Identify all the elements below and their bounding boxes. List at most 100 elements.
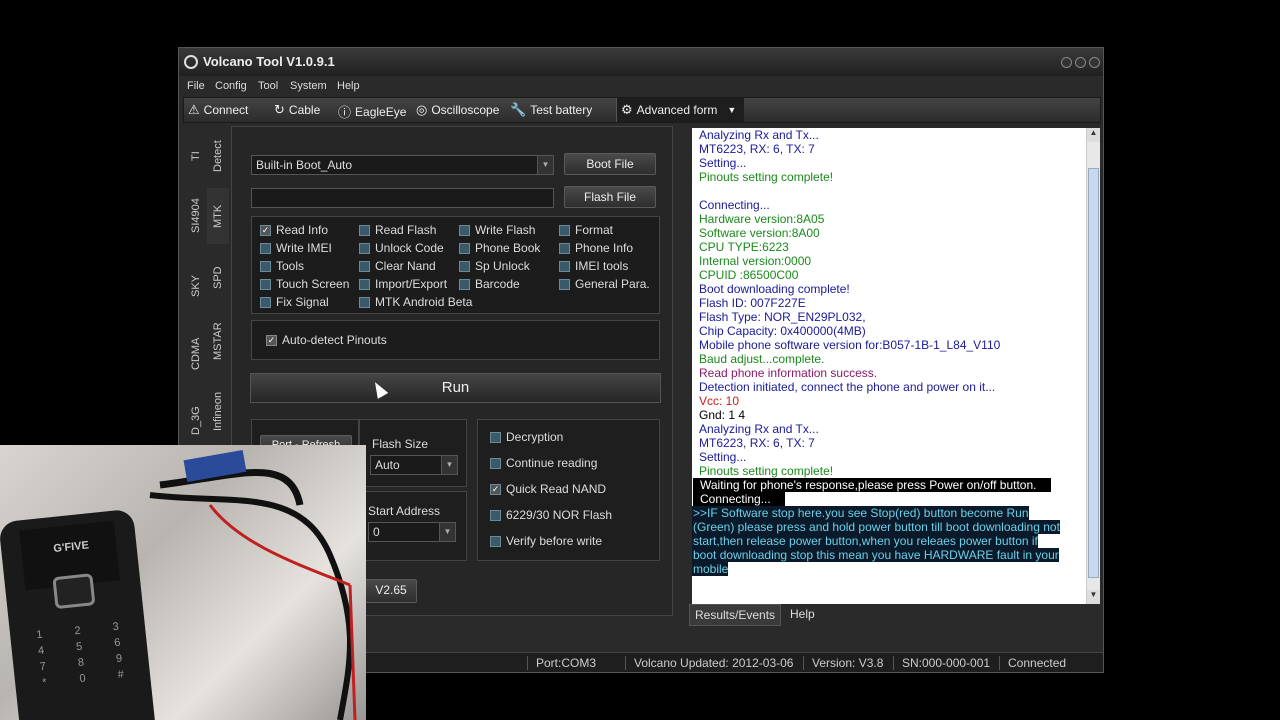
scroll-thumb[interactable] <box>1088 168 1099 578</box>
log-highlight-row: Waiting for phone's response,please pres… <box>692 478 1086 492</box>
tab-mtk[interactable]: MTK <box>207 188 229 244</box>
option-checkbox[interactable]: Import/Export <box>359 277 447 291</box>
option-checkbox[interactable]: Touch Screen <box>260 277 349 291</box>
read-option-label: Continue reading <box>506 456 598 470</box>
option-checkbox[interactable]: Unlock Code <box>359 241 444 255</box>
log-line: Read phone information success. <box>699 366 878 380</box>
option-checkbox[interactable]: ✓ Read Info <box>260 223 328 237</box>
checkbox-icon <box>459 224 470 236</box>
chevron-down-icon[interactable]: ▼ <box>441 456 457 474</box>
scroll-up-icon[interactable]: ▲ <box>1087 128 1100 142</box>
read-option-checkbox[interactable]: Continue reading <box>490 456 597 470</box>
log-line: Vcc: 10 <box>699 394 740 408</box>
tab-ti[interactable]: TI <box>185 136 207 176</box>
read-option-label: Verify before write <box>506 534 603 548</box>
checkbox-icon <box>359 242 370 254</box>
log-note-row: boot downloading stop this mean you have… <box>692 548 1086 562</box>
close-icon[interactable] <box>1089 57 1100 68</box>
option-checkbox[interactable]: Sp Unlock <box>459 259 530 273</box>
option-label: Write IMEI <box>276 241 332 255</box>
read-option-label: Quick Read NAND <box>506 482 607 496</box>
log-line: Analyzing Rx and Tx... <box>699 422 819 436</box>
checkbox-icon <box>559 278 570 290</box>
read-option-checkbox[interactable]: Verify before write <box>490 534 602 548</box>
eagleeye-button[interactable]: ⓘ EagleEye <box>338 102 406 121</box>
option-checkbox[interactable]: Read Flash <box>359 223 436 237</box>
start-address-select[interactable]: 0 ▼ <box>368 522 456 542</box>
checkbox-icon <box>459 278 470 290</box>
cable-icon: ↻ <box>274 102 285 117</box>
chevron-down-icon[interactable]: ▼ <box>727 105 736 115</box>
log-tabs: Results/Events Help <box>689 604 1099 626</box>
tab-results-events[interactable]: Results/Events <box>689 604 782 626</box>
flash-file-button[interactable]: Flash File <box>564 186 656 208</box>
tab-help[interactable]: Help <box>785 604 820 626</box>
oscilloscope-button[interactable]: ◎ Oscilloscope <box>416 102 499 118</box>
tab-si4904[interactable]: SI4904 <box>185 186 207 246</box>
tab-detect[interactable]: Detect <box>207 126 229 186</box>
log-scrollbar[interactable]: ▲ ▼ <box>1086 128 1100 604</box>
option-label: Phone Book <box>475 241 541 255</box>
log-line: Setting... <box>699 156 747 170</box>
menu-file[interactable]: File <box>187 80 205 92</box>
option-checkbox[interactable]: Write IMEI <box>260 241 332 255</box>
version-button[interactable]: V2.65 <box>365 579 417 603</box>
connect-button[interactable]: ⚠ Connect <box>188 102 248 118</box>
boot-file-button[interactable]: Boot File <box>564 153 656 175</box>
tab-infineon[interactable]: Infineon <box>207 376 229 446</box>
log-note-line: start,then release power button,when you… <box>692 534 1038 548</box>
option-checkbox[interactable]: Barcode <box>459 277 520 291</box>
phone-key: 5 <box>75 640 83 654</box>
minimize-icon[interactable] <box>1061 57 1072 68</box>
option-checkbox[interactable]: IMEI tools <box>559 259 628 273</box>
menu-system[interactable]: System <box>290 80 327 92</box>
flash-size-select[interactable]: Auto ▼ <box>370 455 458 475</box>
chevron-down-icon[interactable]: ▼ <box>537 156 553 174</box>
log-note-row: >>IF Software stop here.you see Stop(red… <box>692 506 1086 520</box>
advanced-form-button[interactable]: ⚙ Advanced form ▼ <box>616 98 744 122</box>
log-line: Flash Type: NOR_EN29PL032, <box>699 310 866 324</box>
option-label: IMEI tools <box>575 259 629 273</box>
tab-spd[interactable]: SPD <box>207 248 229 308</box>
read-option-checkbox[interactable]: Decryption <box>490 430 563 444</box>
log-line: Pinouts setting complete! <box>699 464 834 478</box>
option-checkbox[interactable]: Phone Book <box>459 241 540 255</box>
read-option-checkbox[interactable]: ✓ Quick Read NAND <box>490 482 606 496</box>
maximize-icon[interactable] <box>1075 57 1086 68</box>
test-battery-button[interactable]: 🔧 Test battery <box>510 102 592 118</box>
toolbar: ⚠ Connect ↻ Cable ⓘ EagleEye ◎ Oscillosc… <box>183 97 1101 123</box>
menu-tool[interactable]: Tool <box>258 80 278 92</box>
cable-button[interactable]: ↻ Cable <box>274 102 320 118</box>
flash-file-path[interactable] <box>251 188 554 208</box>
option-checkbox[interactable]: Fix Signal <box>260 295 329 309</box>
boot-select[interactable]: Built-in Boot_Auto ▼ <box>251 155 554 175</box>
tab-sky[interactable]: SKY <box>185 261 207 311</box>
option-checkbox[interactable]: Phone Info <box>559 241 633 255</box>
auto-detect-checkbox[interactable]: ✓ Auto-detect Pinouts <box>266 333 387 347</box>
tab-mstar[interactable]: MSTAR <box>207 311 229 371</box>
option-checkbox[interactable]: Write Flash <box>459 223 535 237</box>
read-option-checkbox[interactable]: 6229/30 NOR Flash <box>490 508 612 522</box>
checkbox-icon <box>359 260 370 272</box>
log-line: Software version:8A00 <box>699 226 820 240</box>
flash-size-group: Flash Size Auto ▼ <box>359 419 467 487</box>
menu-help[interactable]: Help <box>337 80 360 92</box>
chevron-down-icon[interactable]: ▼ <box>439 523 455 541</box>
tab-cdma[interactable]: CDMA <box>185 324 207 384</box>
log-line: Boot downloading complete! <box>699 282 850 296</box>
info-icon: ⓘ <box>338 105 352 120</box>
menu-config[interactable]: Config <box>215 80 247 92</box>
checkbox-icon <box>459 260 470 272</box>
option-checkbox[interactable]: Tools <box>260 259 304 273</box>
option-checkbox[interactable]: MTK Android Beta <box>359 295 472 309</box>
option-checkbox[interactable]: Format <box>559 223 613 237</box>
oscilloscope-icon: ◎ <box>416 102 428 117</box>
run-button[interactable]: Run <box>250 373 661 403</box>
scroll-down-icon[interactable]: ▼ <box>1087 590 1100 604</box>
tab-d3g[interactable]: D_3G <box>185 396 207 446</box>
option-checkbox[interactable]: Clear Nand <box>359 259 436 273</box>
checkbox-icon <box>559 242 570 254</box>
start-address-value: 0 <box>373 525 380 539</box>
option-checkbox[interactable]: General Para. <box>559 277 650 291</box>
